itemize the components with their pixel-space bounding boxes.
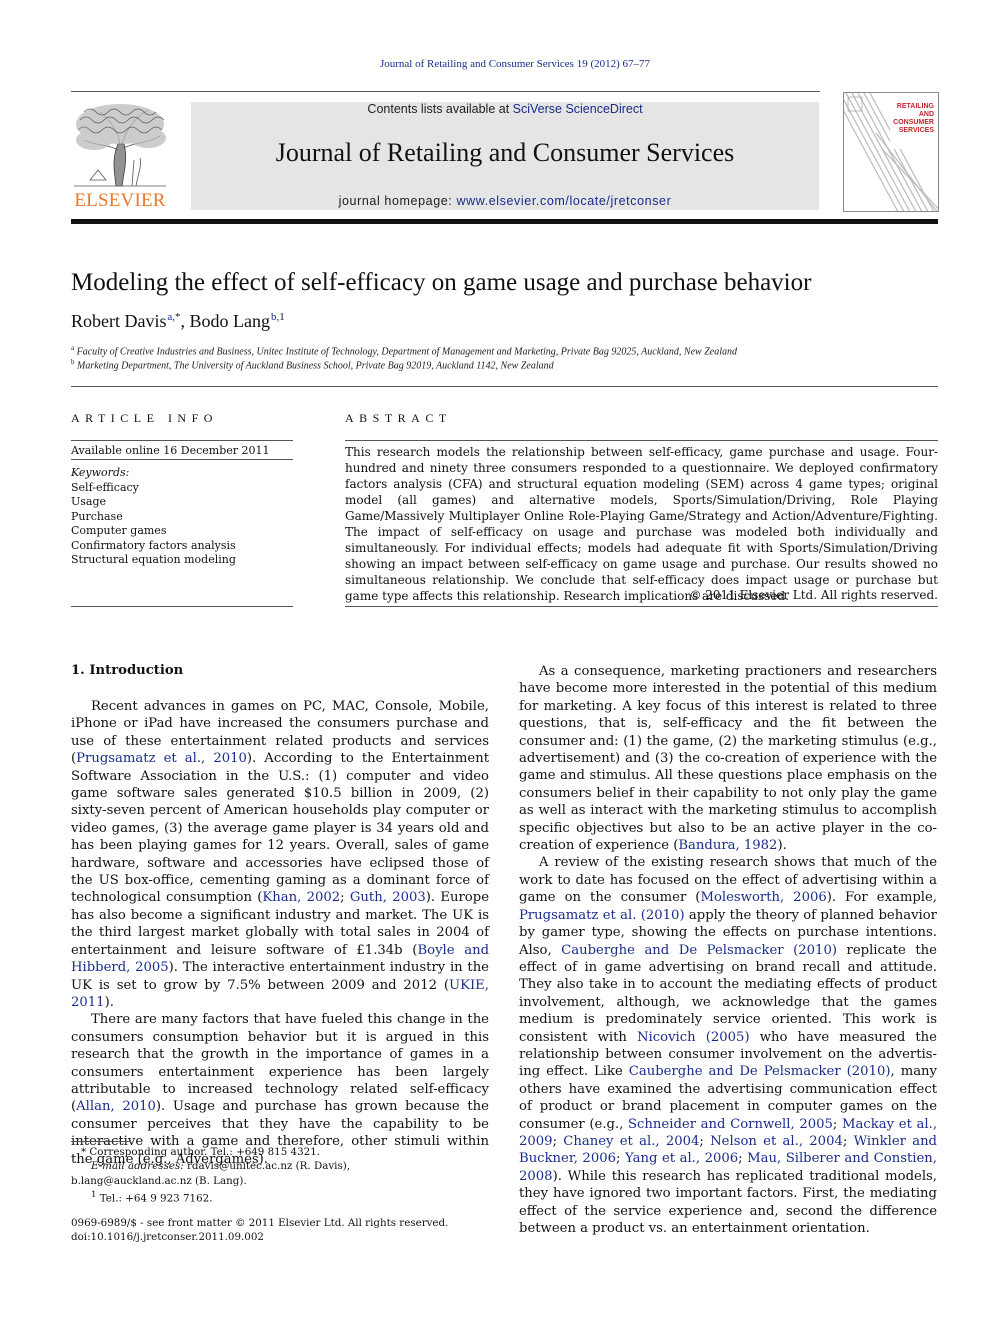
body-column-right: As a consequence, marketing practioners … xyxy=(519,663,937,1237)
citation-link[interactable]: Cauberghe and De Pelsmacker (2010) xyxy=(561,943,837,958)
author-name: Robert Davis xyxy=(71,311,167,331)
body-text: ). xyxy=(777,838,787,854)
body-text: ; xyxy=(699,1133,711,1149)
affiliation-link-a[interactable]: a, xyxy=(167,311,175,323)
article-info-rule xyxy=(71,606,293,607)
section-heading-introduction: 1. Introduction xyxy=(71,663,184,678)
elsevier-wordmark: ELSEVIER xyxy=(74,190,166,211)
body-text: ; xyxy=(738,1151,748,1167)
body-paragraph: As a consequence, marketing practioners … xyxy=(519,663,937,854)
body-text: As a consequence, marketing practioners … xyxy=(519,664,937,854)
footnote-1: 1 Tel.: +64 9 923 7162. xyxy=(91,1189,213,1205)
body-text: ; xyxy=(616,1151,625,1167)
keyword: Structural equation modeling xyxy=(71,553,236,566)
affiliation-link-b[interactable]: b, xyxy=(271,311,279,323)
footnote-rule xyxy=(71,1141,131,1142)
journal-name: Journal of Retailing and Consumer Servic… xyxy=(275,138,735,167)
issn-copyright: 0969-6989/$ - see front matter © 2011 El… xyxy=(71,1217,449,1229)
body-text: ). While this research has replicated tr… xyxy=(519,1168,937,1236)
citation-link[interactable]: Nicovich (2005) xyxy=(637,1030,750,1045)
email-label: E-mail addresses: xyxy=(91,1160,184,1173)
citation-link[interactable]: Khan, 2002 xyxy=(262,890,340,905)
keyword: Purchase xyxy=(71,509,123,523)
journal-cover-thumbnail[interactable]: RETAILING AND CONSUMER SERVICES xyxy=(843,92,939,212)
body-paragraph: Recent advances in games on PC, MAC, Con… xyxy=(71,698,489,1011)
front-matter: 0969-6989/$ - see front matter © 2011 El… xyxy=(71,1216,448,1245)
keyword: Usage xyxy=(71,495,107,508)
email-davis[interactable]: rdavis@unitec.ac.nz (R. Davis), xyxy=(184,1160,350,1172)
corresponding-author-note: * Corresponding author. Tel.: +649 815 4… xyxy=(81,1146,321,1158)
author-name: Bodo Lang xyxy=(189,311,271,331)
homepage-prefix: journal homepage: xyxy=(338,194,457,208)
sciencedirect-link[interactable]: SciVerse ScienceDirect xyxy=(513,102,643,116)
affiliation-b: b Marketing Department, The University o… xyxy=(71,358,554,372)
abstract-rule xyxy=(345,440,938,441)
article-info-rule xyxy=(71,459,293,460)
body-text: ). For example, xyxy=(826,890,937,906)
keyword: Confirmatory factors analysis xyxy=(71,538,236,552)
keywords-label: Keywords: xyxy=(71,466,130,479)
title-divider xyxy=(71,386,938,387)
footnote-link-1[interactable]: 1 xyxy=(279,311,285,323)
body-text: ). According to the Entertainment Softwa… xyxy=(71,751,490,906)
author-separator: , xyxy=(180,311,190,331)
body-text: ; xyxy=(832,1116,843,1132)
citation-link[interactable]: Schneider and Cornwell, 2005 xyxy=(628,1117,833,1132)
citation-link[interactable]: Yang et al., 2006 xyxy=(625,1151,738,1166)
cover-title: RETAILING AND CONSUMER SERVICES xyxy=(893,103,934,134)
body-text: ). xyxy=(104,994,114,1010)
available-online-date: Available online 16 December 2011 xyxy=(71,444,270,457)
abstract-rule xyxy=(345,606,938,607)
doi[interactable]: doi:10.1016/j.jretconser.2011.09.002 xyxy=(71,1230,448,1244)
email-note: E-mail addresses: rdavis@unitec.ac.nz (R… xyxy=(71,1159,491,1173)
citation-link[interactable]: Nelson et al., 2004 xyxy=(710,1134,843,1149)
keywords-list: Keywords: Self-efficacy Usage Purchase C… xyxy=(71,466,236,568)
affiliation-a: a Faculty of Creative Industries and Bus… xyxy=(71,344,737,358)
author-list: Robert Davis a,*, Bodo Lang b,1 xyxy=(71,311,285,332)
citation-link[interactable]: Bandura, 1982 xyxy=(678,838,777,853)
elsevier-logo[interactable]: ELSEVIER xyxy=(70,100,170,212)
header-divider xyxy=(71,219,938,224)
homepage-line: journal homepage: www.elsevier.com/locat… xyxy=(191,194,819,208)
body-text: ; xyxy=(842,1133,854,1149)
journal-citation[interactable]: Journal of Retailing and Consumer Servic… xyxy=(0,58,992,70)
tree-icon xyxy=(74,104,166,187)
email-lang[interactable]: b.lang@auckland.ac.nz (B. Lang). xyxy=(71,1174,491,1188)
abstract-text: This research models the relationship be… xyxy=(345,445,938,603)
abstract-heading: ABSTRACT xyxy=(345,411,452,425)
citation-link[interactable]: Prugsamatz et al., 2010 xyxy=(76,751,247,766)
keyword: Computer games xyxy=(71,524,167,537)
body-column-left: Recent advances in games on PC, MAC, Con… xyxy=(71,698,489,1168)
body-text: ; xyxy=(552,1133,564,1149)
citation-link[interactable]: Cauberghe and De Pelsmacker (2010) xyxy=(629,1064,891,1079)
contents-line: Contents lists available at SciVerse Sci… xyxy=(191,102,819,116)
body-text: ; xyxy=(340,890,350,906)
citation-link[interactable]: Chaney et al., 2004 xyxy=(563,1134,699,1149)
citation-link[interactable]: Guth, 2003 xyxy=(350,890,426,905)
journal-banner: Contents lists available at SciVerse Sci… xyxy=(191,102,819,210)
article-info-heading: ARTICLE INFO xyxy=(71,411,218,425)
contents-prefix: Contents lists available at xyxy=(367,102,513,116)
citation-link[interactable]: Molesworth, 2006 xyxy=(700,890,826,905)
keyword: Self-efficacy xyxy=(71,480,139,494)
article-title: Modeling the effect of self-efficacy on … xyxy=(71,269,812,296)
header-rule xyxy=(71,91,820,92)
journal-homepage-link[interactable]: www.elsevier.com/locate/jretconser xyxy=(456,194,671,208)
article-info-rule xyxy=(71,440,293,441)
body-paragraph: A review of the existing research shows … xyxy=(519,854,937,1237)
citation-link[interactable]: Prugsamatz et al. (2010) xyxy=(519,908,685,923)
footnotes: * Corresponding author. Tel.: +649 815 4… xyxy=(71,1145,491,1206)
citation-link[interactable]: Allan, 2010 xyxy=(76,1099,156,1114)
abstract-copyright: © 2011 Elsevier Ltd. All rights reserved… xyxy=(689,588,938,602)
